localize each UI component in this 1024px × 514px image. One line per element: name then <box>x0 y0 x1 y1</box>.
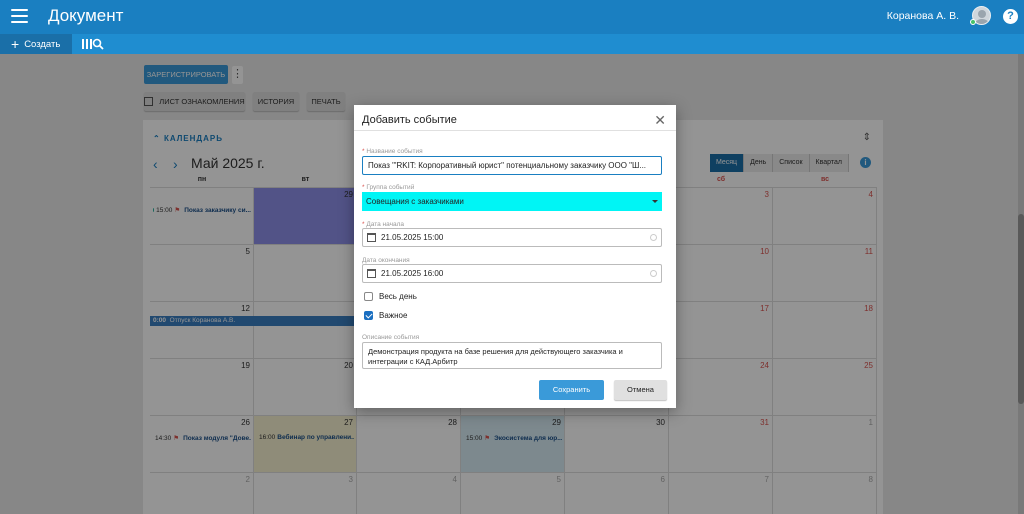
create-label: Создать <box>24 38 61 50</box>
important-checkbox[interactable] <box>364 311 373 320</box>
calendar-icon[interactable] <box>367 233 376 242</box>
description-label: Описание события <box>362 334 420 341</box>
user-name[interactable]: Коранова А. В. <box>887 10 959 22</box>
end-date-value: 21.05.2025 16:00 <box>381 269 444 278</box>
save-button[interactable]: Сохранить <box>539 380 604 400</box>
online-status-icon <box>970 19 976 25</box>
divider <box>354 130 676 131</box>
end-date-input[interactable]: 21.05.2025 16:00 <box>362 264 662 283</box>
important-label: Важное <box>379 311 408 320</box>
clear-icon[interactable] <box>650 234 657 241</box>
help-icon[interactable]: ? <box>1003 9 1018 24</box>
add-event-dialog: Добавить событие ✕ * Название события По… <box>354 105 676 408</box>
event-group-select[interactable]: Совещания с заказчиками <box>362 192 662 211</box>
description-textarea[interactable]: Демонстрация продукта на базе решения дл… <box>362 342 662 369</box>
all-day-label: Весь день <box>379 292 417 301</box>
all-day-checkbox[interactable] <box>364 292 373 301</box>
event-group-value: Совещания с заказчиками <box>366 197 464 206</box>
start-date-input[interactable]: 21.05.2025 15:00 <box>362 228 662 247</box>
start-date-label: * Дата начала <box>362 221 405 228</box>
event-name-label: * Название события <box>362 148 423 155</box>
clear-icon[interactable] <box>650 270 657 277</box>
dialog-title: Добавить событие <box>362 114 457 126</box>
all-day-row[interactable]: Весь день <box>364 292 417 301</box>
menu-icon[interactable] <box>11 9 28 23</box>
important-row[interactable]: Важное <box>364 311 407 320</box>
event-name-input[interactable]: Показ "'RKIT: Корпоративный юрист" потен… <box>362 156 662 175</box>
dropdown-arrow-icon <box>652 200 658 203</box>
toolbar: + Создать <box>0 34 1024 54</box>
close-icon[interactable]: ✕ <box>654 112 666 129</box>
app-title: Документ <box>48 6 124 25</box>
start-date-value: 21.05.2025 15:00 <box>381 233 444 242</box>
create-button[interactable]: + Создать <box>0 34 72 54</box>
cancel-button[interactable]: Отмена <box>614 380 667 400</box>
event-group-label: * Группа событий <box>362 184 415 191</box>
top-header: Документ Коранова А. В. ? <box>0 0 1024 34</box>
plus-icon: + <box>11 36 20 52</box>
calendar-icon[interactable] <box>367 269 376 278</box>
search-list-icon[interactable] <box>82 37 104 51</box>
end-date-label: Дата окончания <box>362 257 410 264</box>
